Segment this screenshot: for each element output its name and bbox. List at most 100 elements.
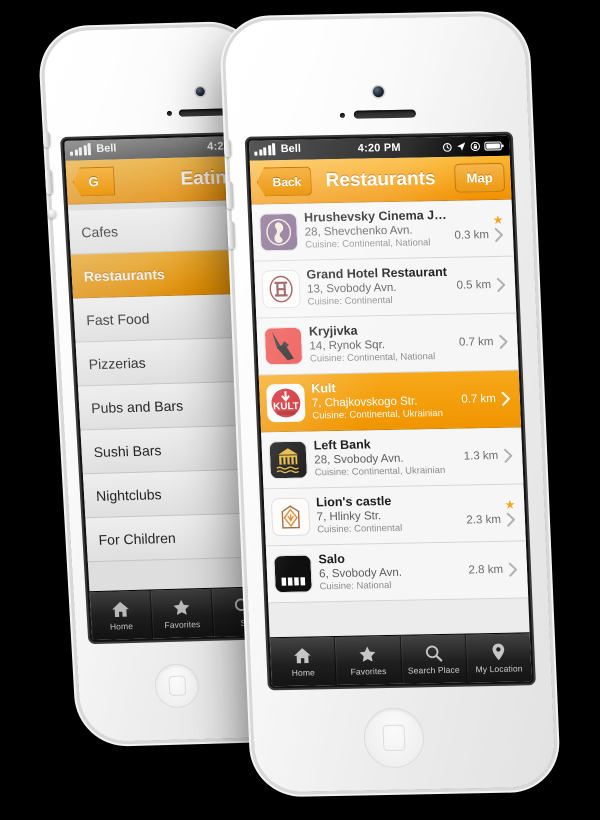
place-distance: 2.3 km (466, 513, 502, 527)
sidebar-item-fast-food[interactable]: Fast Food (73, 293, 258, 343)
place-distance: 0.5 km (456, 279, 492, 292)
tab-label: Favorites (164, 619, 201, 631)
row-meta: 1.3 km (463, 448, 514, 465)
tab-my-location[interactable]: My Location (465, 633, 531, 682)
screenshot-stage: Bell 4:20 P G Eating CafesRestaurantsFas… (0, 0, 600, 820)
home-square-icon (382, 724, 406, 752)
tab-label: Home (109, 620, 134, 632)
kult-logo: KULT (266, 383, 306, 423)
distance-and-chevron: 0.7 km (459, 334, 509, 351)
sidebar-item-pizzerias[interactable]: Pizzerias (75, 337, 260, 387)
svg-text:KULT: KULT (273, 401, 299, 412)
tab-label: S (240, 617, 247, 628)
front-phone-mic-icon (339, 112, 345, 118)
row-text: Lion's castle 7, Hlinky Str. Cuisine: Cont… (316, 493, 460, 537)
grand-hotel-logo (261, 269, 301, 309)
row-text: Kult 7, Chajkovskogo Str. Cuisine: Contine… (311, 379, 455, 423)
distance-and-chevron: 0.5 km (456, 277, 506, 294)
restaurant-list[interactable]: Hrushevsky Cinema Jazz 28, Shevchenko Avn… (251, 199, 529, 604)
sidebar-item-nightclubs[interactable]: Nightclubs (82, 469, 268, 519)
tab-favorites[interactable]: Favorites (334, 635, 403, 685)
star-icon (357, 644, 378, 664)
back-tab-favorites[interactable]: Favorites (150, 588, 215, 639)
table-row[interactable]: KULT Kult 7, Chajkovskogo Str. Cuisine: Con… (258, 370, 522, 433)
back-phone-camera-icon (195, 86, 205, 97)
back-phone-mic-icon (166, 110, 173, 117)
salo-logo (273, 554, 313, 594)
tab-label: Search Place (407, 664, 460, 676)
back-phone-volume-down-button[interactable] (47, 209, 57, 219)
home-icon (110, 599, 131, 620)
front-phone-volume-up-button[interactable] (225, 181, 234, 210)
place-cuisine: Cuisine: Continental, National (305, 237, 431, 251)
front-phone-earpiece-icon (353, 109, 417, 119)
sidebar-item-restaurants[interactable]: Restaurants (70, 249, 256, 299)
home-button[interactable] (362, 707, 426, 769)
distance-and-chevron: 1.3 km (463, 448, 513, 465)
place-name: Grand Hotel Restaurant (306, 265, 448, 283)
row-text: Kryjivka 14, Rynok Sqr. Cuisine: Continent… (309, 322, 453, 366)
tab-home[interactable]: Home (269, 637, 337, 687)
row-meta: ★ 0.3 km (454, 212, 506, 243)
tab-label: My Location (475, 663, 523, 675)
front-phone-device: Bell 4:20 PM Back Restaurants Map Hrushe… (223, 15, 557, 793)
favorite-star-icon: ★ (504, 497, 516, 512)
sidebar-item-pubs-and-bars[interactable]: Pubs and Bars (78, 381, 263, 431)
tab-label: Favorites (350, 666, 387, 677)
table-row[interactable]: Lion's castle 7, Hlinky Str. Cuisine: Cont… (263, 484, 526, 547)
table-row[interactable]: Grand Hotel Restaurant 13, Svobody Avn. Cu… (253, 256, 517, 319)
back-button[interactable]: Back (256, 167, 312, 197)
category-label: Fast Food (85, 310, 150, 328)
row-meta: 0.5 km (456, 277, 507, 294)
back-tabbar: Home Favorites S (89, 586, 275, 641)
front-navbar: Back Restaurants Map (249, 155, 512, 205)
table-row[interactable]: Salo 6, Svobody Avn. Cuisine: National 2.8 … (265, 541, 529, 604)
table-row[interactable]: Kryjivka 14, Rynok Sqr. Cuisine: Continent… (256, 313, 519, 376)
map-button[interactable]: Map (453, 162, 506, 193)
chevron-right-icon (504, 448, 513, 463)
back-navbar: G Eating (65, 155, 250, 205)
distance-and-chevron: 2.3 km (466, 511, 516, 528)
back-home-square-icon (168, 675, 187, 696)
lions-castle-logo (270, 497, 311, 537)
distance-and-chevron: 2.8 km (468, 562, 518, 579)
kryjivka-logo (263, 326, 304, 366)
category-label: Restaurants (83, 265, 166, 284)
chevron-right-icon (508, 562, 518, 577)
distance-and-chevron: 0.3 km (454, 226, 504, 243)
back-phone-home-button[interactable] (153, 663, 201, 709)
back-phone-volume-up-button[interactable] (44, 169, 54, 195)
tab-search-place[interactable]: Search Place (400, 634, 468, 684)
chevron-right-icon (496, 277, 506, 292)
table-row[interactable]: Left Bank 28, Svobody Avn. Cuisine: Contin… (261, 427, 524, 490)
back-tab-home[interactable]: Home (89, 590, 154, 641)
chevron-right-icon (506, 512, 515, 527)
back-phone-mute-switch[interactable] (42, 131, 51, 148)
place-distance: 0.3 km (454, 228, 490, 242)
chevron-right-icon (494, 227, 503, 242)
star-icon (171, 597, 192, 618)
row-meta: ★ 2.3 km (466, 497, 518, 528)
chevron-right-icon (499, 334, 508, 349)
place-distance: 2.8 km (468, 563, 504, 577)
category-label: Pizzerias (88, 354, 146, 372)
sidebar-item-for-children[interactable]: For Children (85, 513, 270, 563)
place-cuisine: Cuisine: Continental (307, 295, 393, 308)
place-cuisine: Cuisine: Continental, National (309, 351, 436, 365)
front-phone-mute-switch[interactable] (223, 139, 232, 158)
sidebar-item-cafes[interactable]: Cafes (68, 205, 253, 255)
front-phone-camera-icon (372, 86, 385, 98)
map-pin-icon (488, 642, 509, 662)
row-text: Grand Hotel Restaurant 13, Svobody Avn. Cu… (306, 265, 450, 309)
front-phone-volume-down-button[interactable] (227, 221, 236, 250)
row-meta: 0.7 km (461, 391, 512, 408)
hrushevsky-logo (258, 212, 299, 252)
category-label: Pubs and Bars (90, 397, 184, 416)
category-label: For Children (98, 529, 177, 548)
row-meta: 2.8 km (468, 562, 519, 579)
table-row[interactable]: Hrushevsky Cinema Jazz 28, Shevchenko Avn… (251, 199, 514, 262)
place-name: Hrushevsky Cinema Jazz (303, 208, 447, 226)
place-distance: 0.7 km (458, 336, 494, 349)
sidebar-item-sushi-bars[interactable]: Sushi Bars (80, 425, 265, 475)
place-distance: 1.3 km (463, 449, 499, 463)
